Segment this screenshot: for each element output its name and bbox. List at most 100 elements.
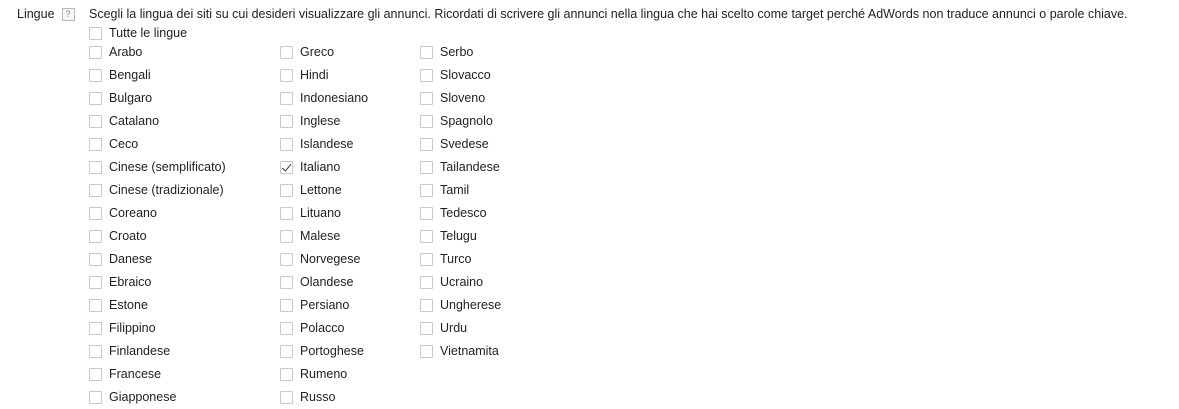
checkbox[interactable] (280, 275, 293, 289)
language-option-slovacco[interactable]: Slovacco (420, 66, 491, 84)
language-option-lituano[interactable]: Lituano (280, 204, 341, 222)
checkbox[interactable] (280, 206, 293, 220)
language-label: Olandese (300, 275, 354, 289)
checkbox[interactable] (280, 390, 293, 404)
checkbox[interactable] (420, 344, 433, 358)
language-option-hindi[interactable]: Hindi (280, 66, 329, 84)
checkbox[interactable] (420, 252, 433, 266)
checkbox[interactable] (420, 160, 433, 174)
checkbox[interactable] (280, 183, 293, 197)
checkbox[interactable] (280, 367, 293, 381)
language-option-lettone[interactable]: Lettone (280, 181, 342, 199)
checkbox[interactable] (420, 206, 433, 220)
language-option-bengali[interactable]: Bengali (89, 66, 151, 84)
checkbox[interactable] (280, 229, 293, 243)
checkbox[interactable] (420, 321, 433, 335)
checkbox[interactable] (420, 45, 433, 59)
checkbox[interactable] (420, 91, 433, 105)
checkbox[interactable] (89, 275, 102, 289)
language-option-bulgaro[interactable]: Bulgaro (89, 89, 152, 107)
language-label: Italiano (300, 160, 341, 174)
checkbox[interactable] (89, 68, 102, 82)
language-option-telugu[interactable]: Telugu (420, 227, 477, 245)
checkbox[interactable] (280, 344, 293, 358)
checkbox[interactable] (280, 45, 293, 59)
checkbox-checked[interactable] (280, 160, 293, 174)
language-option-ebraico[interactable]: Ebraico (89, 273, 151, 291)
language-option-cinese-semplificato[interactable]: Cinese (semplificato) (89, 158, 226, 176)
checkbox[interactable] (280, 114, 293, 128)
checkbox[interactable] (89, 344, 102, 358)
checkbox[interactable] (89, 160, 102, 174)
language-option-ucraino[interactable]: Ucraino (420, 273, 483, 291)
language-option-francese[interactable]: Francese (89, 365, 161, 383)
language-option-tedesco[interactable]: Tedesco (420, 204, 487, 222)
checkbox[interactable] (89, 114, 102, 128)
language-option-ungherese[interactable]: Ungherese (420, 296, 501, 314)
language-option-cinese-tradizionale[interactable]: Cinese (tradizionale) (89, 181, 224, 199)
checkbox[interactable] (420, 298, 433, 312)
checkbox[interactable] (280, 137, 293, 151)
checkbox[interactable] (280, 68, 293, 82)
checkbox[interactable] (420, 68, 433, 82)
language-option-rumeno[interactable]: Rumeno (280, 365, 347, 383)
language-option-coreano[interactable]: Coreano (89, 204, 157, 222)
checkbox[interactable] (420, 137, 433, 151)
checkbox[interactable] (89, 252, 102, 266)
language-option-filippino[interactable]: Filippino (89, 319, 156, 337)
checkbox[interactable] (89, 367, 102, 381)
checkbox[interactable] (420, 114, 433, 128)
checkbox[interactable] (89, 206, 102, 220)
checkbox[interactable] (420, 229, 433, 243)
checkbox[interactable] (89, 91, 102, 105)
help-icon[interactable]: ? (61, 7, 75, 21)
checkbox[interactable] (280, 321, 293, 335)
language-option-polacco[interactable]: Polacco (280, 319, 344, 337)
language-option-giapponese[interactable]: Giapponese (89, 388, 176, 406)
language-option-russo[interactable]: Russo (280, 388, 335, 406)
language-option-arabo[interactable]: Arabo (89, 43, 142, 61)
language-option-greco[interactable]: Greco (280, 43, 334, 61)
checkbox[interactable] (89, 321, 102, 335)
checkbox[interactable] (89, 390, 102, 404)
language-label: Sloveno (440, 91, 486, 105)
checkbox[interactable] (89, 229, 102, 243)
language-option-finlandese[interactable]: Finlandese (89, 342, 170, 360)
language-option-croato[interactable]: Croato (89, 227, 147, 245)
language-option-olandese[interactable]: Olandese (280, 273, 354, 291)
checkbox[interactable] (280, 91, 293, 105)
checkbox[interactable] (89, 183, 102, 197)
all-languages-checkbox-row[interactable]: Tutte le lingue (89, 24, 187, 42)
language-option-serbo[interactable]: Serbo (420, 43, 473, 61)
checkbox[interactable] (89, 298, 102, 312)
language-option-persiano[interactable]: Persiano (280, 296, 349, 314)
language-option-catalano[interactable]: Catalano (89, 112, 159, 130)
language-option-sloveno[interactable]: Sloveno (420, 89, 485, 107)
all-languages-checkbox[interactable] (89, 26, 102, 40)
language-option-portoghese[interactable]: Portoghese (280, 342, 364, 360)
language-option-tamil[interactable]: Tamil (420, 181, 469, 199)
language-option-italiano[interactable]: Italiano (280, 158, 340, 176)
language-option-ceco[interactable]: Ceco (89, 135, 138, 153)
language-option-spagnolo[interactable]: Spagnolo (420, 112, 493, 130)
language-option-svedese[interactable]: Svedese (420, 135, 489, 153)
checkbox[interactable] (420, 183, 433, 197)
checkbox[interactable] (89, 137, 102, 151)
language-label: Inglese (300, 114, 341, 128)
language-option-estone[interactable]: Estone (89, 296, 148, 314)
language-option-vietnamita[interactable]: Vietnamita (420, 342, 499, 360)
language-option-islandese[interactable]: Islandese (280, 135, 354, 153)
checkbox[interactable] (280, 298, 293, 312)
language-option-danese[interactable]: Danese (89, 250, 152, 268)
language-option-urdu[interactable]: Urdu (420, 319, 467, 337)
language-option-norvegese[interactable]: Norvegese (280, 250, 360, 268)
checkbox[interactable] (280, 252, 293, 266)
language-option-indonesiano[interactable]: Indonesiano (280, 89, 368, 107)
language-option-tailandese[interactable]: Tailandese (420, 158, 500, 176)
checkbox[interactable] (420, 275, 433, 289)
language-option-turco[interactable]: Turco (420, 250, 472, 268)
checkbox[interactable] (89, 45, 102, 59)
language-label: Cinese (tradizionale) (109, 183, 224, 197)
language-option-malese[interactable]: Malese (280, 227, 340, 245)
language-option-inglese[interactable]: Inglese (280, 112, 340, 130)
